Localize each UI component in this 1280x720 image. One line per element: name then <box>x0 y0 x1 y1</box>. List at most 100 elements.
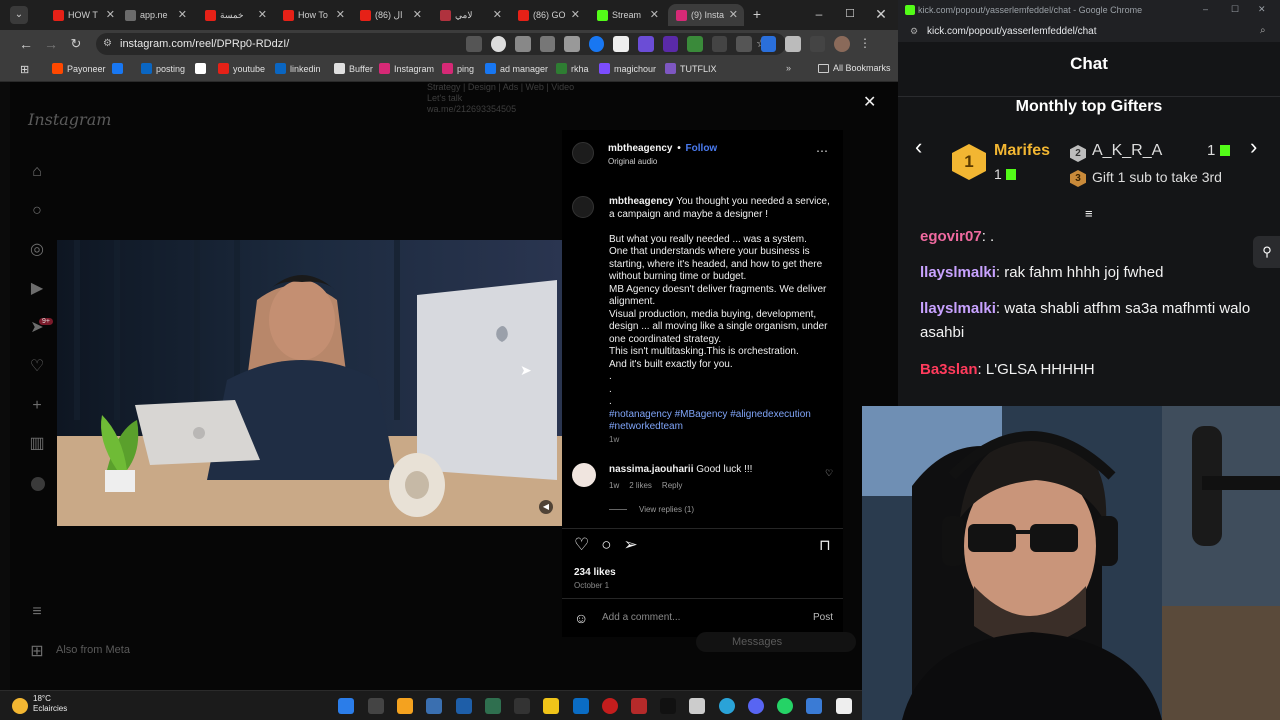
tab-4[interactable]: How To ✕ <box>275 4 351 26</box>
bookmark-item[interactable]: magichour <box>599 63 656 74</box>
chat-username[interactable]: Ba3slan <box>920 361 978 378</box>
bookmark-item[interactable]: TUTFLIX <box>665 63 717 74</box>
opera-icon[interactable] <box>602 698 618 714</box>
apps-grid-icon[interactable]: ⊞ <box>20 63 29 76</box>
share-icon[interactable]: ➢ <box>624 535 638 555</box>
comment-input[interactable]: Add a comment... <box>602 612 680 623</box>
weather-icon[interactable] <box>12 698 28 714</box>
follow-button[interactable]: Follow <box>686 143 718 154</box>
extension-icon[interactable] <box>637 36 654 52</box>
notion-icon[interactable] <box>836 698 852 714</box>
extension-icon[interactable] <box>490 36 507 52</box>
search-icon[interactable]: ○ <box>27 201 47 221</box>
prev-gifter-arrow[interactable]: ‹ <box>915 134 922 160</box>
close-window-button[interactable]: ✕ <box>1258 4 1266 15</box>
extension-icon[interactable] <box>736 36 752 52</box>
forward-icon[interactable]: → <box>42 35 60 53</box>
close-tab-icon[interactable]: ✕ <box>729 8 738 21</box>
extension-icon[interactable] <box>711 36 728 52</box>
tab-9[interactable]: (9) Insta ✕ <box>668 4 744 26</box>
close-tab-icon[interactable]: ✕ <box>336 8 345 21</box>
reels-icon[interactable]: ▶ <box>27 279 47 299</box>
chat-username[interactable]: egovir07 <box>920 228 982 245</box>
back-icon[interactable]: ← <box>17 35 35 53</box>
site-info-icon[interactable]: ⚙ <box>103 33 112 55</box>
tab-1[interactable]: HOW T ✕ <box>45 4 121 26</box>
author-avatar[interactable] <box>572 142 594 164</box>
menu-kebab-icon[interactable]: ⋮ <box>859 36 871 52</box>
app-icon[interactable] <box>456 698 472 714</box>
maximize-button[interactable]: ☐ <box>841 5 859 23</box>
app-icon[interactable] <box>689 698 705 714</box>
profile-avatar[interactable] <box>31 477 45 491</box>
telegram-icon[interactable] <box>719 698 735 714</box>
commenter-avatar[interactable] <box>572 463 596 487</box>
meta-icon[interactable]: ⊞ <box>27 642 47 662</box>
maximize-button[interactable]: ☐ <box>1231 4 1239 15</box>
collapse-gifters-icon[interactable]: ≡ <box>1085 206 1093 221</box>
profile-avatar[interactable] <box>834 36 850 52</box>
comment-likes[interactable]: 2 likes <box>629 481 652 490</box>
close-tab-icon[interactable]: ✕ <box>178 8 187 21</box>
more-options-icon[interactable]: ⋯ <box>816 144 828 158</box>
extension-icon[interactable] <box>760 36 777 52</box>
weather-widget[interactable]: 18°C Eclaircies <box>33 694 67 714</box>
caption-avatar[interactable] <box>572 196 594 218</box>
bookmark-item[interactable]: ad manager <box>485 63 548 74</box>
bookmark-item[interactable] <box>195 63 210 74</box>
new-tab-button[interactable]: + <box>748 5 766 23</box>
site-info-icon[interactable]: ⚙ <box>910 26 918 37</box>
volume-icon[interactable]: ◀ <box>539 500 553 514</box>
bookmark-item[interactable]: rkha <box>556 63 589 74</box>
post-comment-button[interactable]: Post <box>813 612 833 623</box>
extension-icon[interactable] <box>515 36 531 52</box>
kick-url[interactable]: kick.com/popout/yasserlemfeddel/chat <box>927 26 1097 37</box>
extension-icon[interactable] <box>539 36 556 52</box>
bookmark-item[interactable]: Instagram <box>379 63 434 74</box>
task-view-icon[interactable] <box>368 698 384 714</box>
close-tab-icon[interactable]: ✕ <box>258 8 267 21</box>
top1-gifter-name[interactable]: Marifes <box>994 142 1050 160</box>
tab-7[interactable]: (86) GO ✕ <box>510 4 586 26</box>
extension-icon[interactable] <box>588 36 605 52</box>
view-replies[interactable]: View replies (1) <box>609 505 694 514</box>
save-icon[interactable]: ⊓ <box>819 536 831 554</box>
caption-username[interactable]: mbtheagency <box>609 196 673 207</box>
app-icon[interactable] <box>631 698 647 714</box>
extension-icon[interactable] <box>687 36 703 52</box>
emoji-icon[interactable]: ☺ <box>574 610 588 626</box>
tab-2[interactable]: app.ne ✕ <box>117 4 193 26</box>
app-icon[interactable] <box>426 698 442 714</box>
tab-8[interactable]: Stream ✕ <box>589 4 665 26</box>
close-tab-icon[interactable]: ✕ <box>106 8 115 21</box>
extension-icon[interactable] <box>466 36 482 52</box>
more-bookmarks-icon[interactable]: » <box>786 63 791 73</box>
close-tab-icon[interactable]: ✕ <box>413 8 422 21</box>
close-tab-icon[interactable]: ✕ <box>650 8 659 21</box>
search-icon[interactable]: ⌕ <box>1260 25 1266 36</box>
all-bookmarks-button[interactable]: All Bookmarks <box>818 63 891 73</box>
tab-5[interactable]: (86) ال ✕ <box>352 4 428 26</box>
reply-button[interactable]: Reply <box>662 481 682 490</box>
app-icon[interactable] <box>485 698 501 714</box>
bookmark-item[interactable]: Payoneer <box>52 63 106 74</box>
tab-3[interactable]: خمسة ✕ <box>197 4 273 26</box>
chat-username[interactable]: llayslmalki <box>920 300 996 317</box>
file-explorer-icon[interactable] <box>543 698 559 714</box>
bookmark-item[interactable]: posting <box>141 63 185 74</box>
extensions-puzzle-icon[interactable] <box>785 36 801 52</box>
dashboard-icon[interactable]: ▥ <box>27 434 47 454</box>
author-username[interactable]: mbtheagency <box>608 143 672 154</box>
app-icon[interactable] <box>514 698 530 714</box>
close-window-button[interactable]: ✕ <box>872 5 890 23</box>
extension-icon[interactable] <box>564 36 580 52</box>
reel-video[interactable]: ◀ ➤ <box>57 240 563 526</box>
also-from-meta-label[interactable]: Also from Meta <box>56 644 130 656</box>
comment-icon[interactable]: ○ <box>601 535 611 555</box>
outlook-icon[interactable] <box>573 698 589 714</box>
chat-username[interactable]: llayslmalki <box>920 264 996 281</box>
reading-list-icon[interactable] <box>809 36 826 52</box>
bookmark-item[interactable]: Buffer <box>334 63 373 74</box>
messages-button[interactable]: Messages <box>696 632 856 652</box>
reload-icon[interactable]: ↻ <box>67 35 85 53</box>
